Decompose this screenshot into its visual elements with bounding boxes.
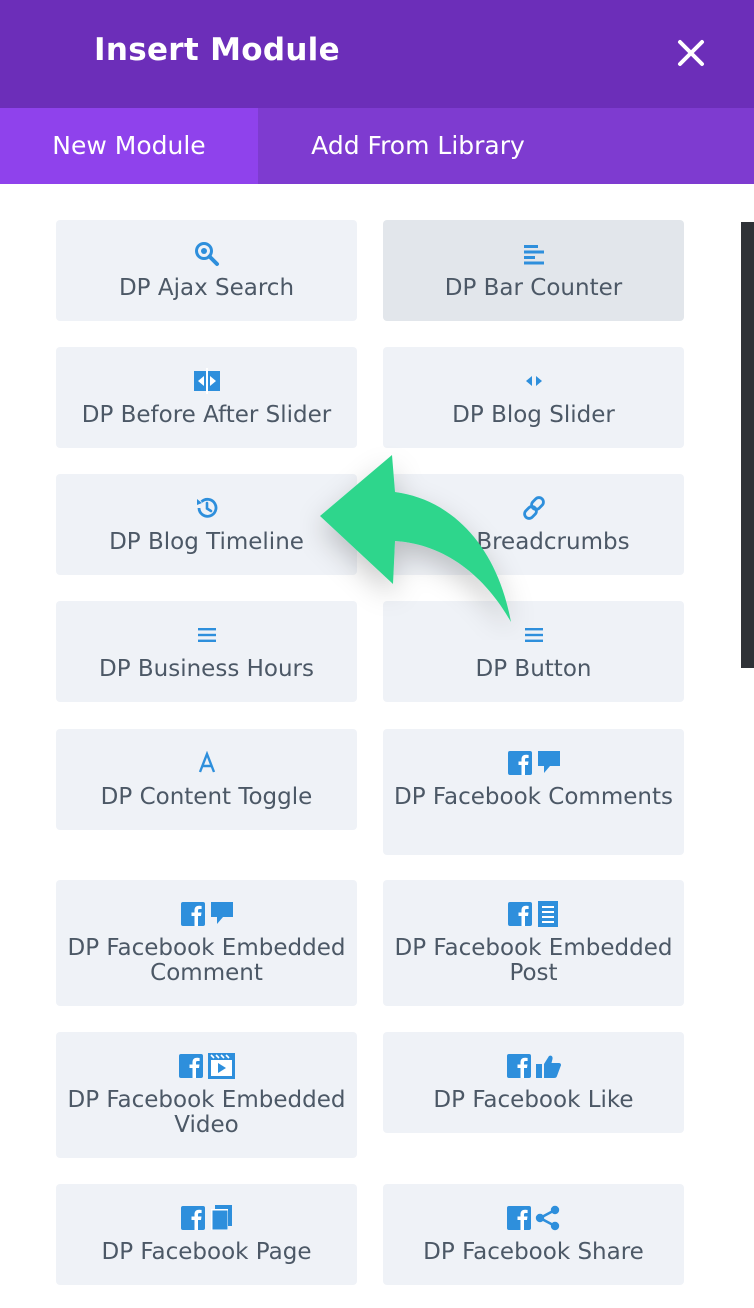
facebook-post-icon <box>383 900 684 928</box>
facebook-comment-icon <box>383 749 684 777</box>
module-label: DP Facebook Embedded Video <box>67 1087 346 1138</box>
close-icon[interactable] <box>671 33 711 73</box>
tab-bar: New Module Add From Library <box>0 108 754 184</box>
facebook-video-icon <box>56 1052 357 1080</box>
module-label: DP Bar Counter <box>444 275 623 301</box>
facebook-page-icon <box>56 1204 357 1232</box>
module-label: DP Breadcrumbs <box>437 529 630 555</box>
bar-lines-icon <box>383 240 684 268</box>
module-card-facebook-page[interactable]: DP Facebook Page <box>56 1184 357 1285</box>
module-card-facebook-comments[interactable]: DP Facebook Comments <box>383 729 684 855</box>
modal-title: Insert Module <box>94 32 340 68</box>
module-label: DP Blog Slider <box>452 402 615 428</box>
module-card-facebook-embedded-post[interactable]: DP Facebook Embedded Post <box>383 880 684 1006</box>
modal-header: Insert Module <box>0 0 754 108</box>
module-card-facebook-embedded-comment[interactable]: DP Facebook Embedded Comment <box>56 880 357 1006</box>
scrollbar[interactable] <box>741 222 754 668</box>
module-card-breadcrumbs[interactable]: DP Breadcrumbs <box>383 474 684 575</box>
menu-lines-icon <box>383 621 684 649</box>
tab-add-from-library[interactable]: Add From Library <box>258 108 578 184</box>
module-label: DP Button <box>475 656 592 682</box>
module-card-facebook-share[interactable]: DP Facebook Share <box>383 1184 684 1285</box>
module-card-button[interactable]: DP Button <box>383 601 684 702</box>
module-label: DP Facebook Share <box>423 1239 644 1265</box>
module-card-content-toggle[interactable]: DP Content Toggle <box>56 729 357 830</box>
link-icon <box>383 494 684 522</box>
module-label: DP Content Toggle <box>100 784 313 810</box>
module-card-before-after-slider[interactable]: DP Before After Slider <box>56 347 357 448</box>
module-card-facebook-embedded-video[interactable]: DP Facebook Embedded Video <box>56 1032 357 1158</box>
history-clock-icon <box>56 494 357 522</box>
module-card-blog-slider[interactable]: DP Blog Slider <box>383 347 684 448</box>
module-label: DP Blog Timeline <box>109 529 304 555</box>
tab-new-module[interactable]: New Module <box>0 108 258 184</box>
module-label: DP Facebook Comments <box>394 784 673 810</box>
search-icon <box>56 240 357 268</box>
module-label: DP Before After Slider <box>81 402 332 428</box>
facebook-share-icon <box>383 1204 684 1232</box>
module-card-facebook-like[interactable]: DP Facebook Like <box>383 1032 684 1133</box>
menu-lines-icon <box>56 621 357 649</box>
before-after-icon <box>56 367 357 395</box>
module-label: DP Facebook Embedded Comment <box>67 935 346 986</box>
letter-a-icon <box>56 749 357 777</box>
module-label: DP Business Hours <box>98 656 314 682</box>
arrows-left-right-icon <box>383 367 684 395</box>
module-card-bar-counter[interactable]: DP Bar Counter <box>383 220 684 321</box>
module-label: DP Ajax Search <box>118 275 295 301</box>
facebook-like-icon <box>383 1052 684 1080</box>
module-label: DP Facebook Page <box>101 1239 312 1265</box>
module-label: DP Facebook Like <box>433 1087 634 1113</box>
module-label: DP Facebook Embedded Post <box>394 935 673 986</box>
module-card-business-hours[interactable]: DP Business Hours <box>56 601 357 702</box>
module-card-blog-timeline[interactable]: DP Blog Timeline <box>56 474 357 575</box>
facebook-comment-icon <box>56 900 357 928</box>
module-card-ajax-search[interactable]: DP Ajax Search <box>56 220 357 321</box>
